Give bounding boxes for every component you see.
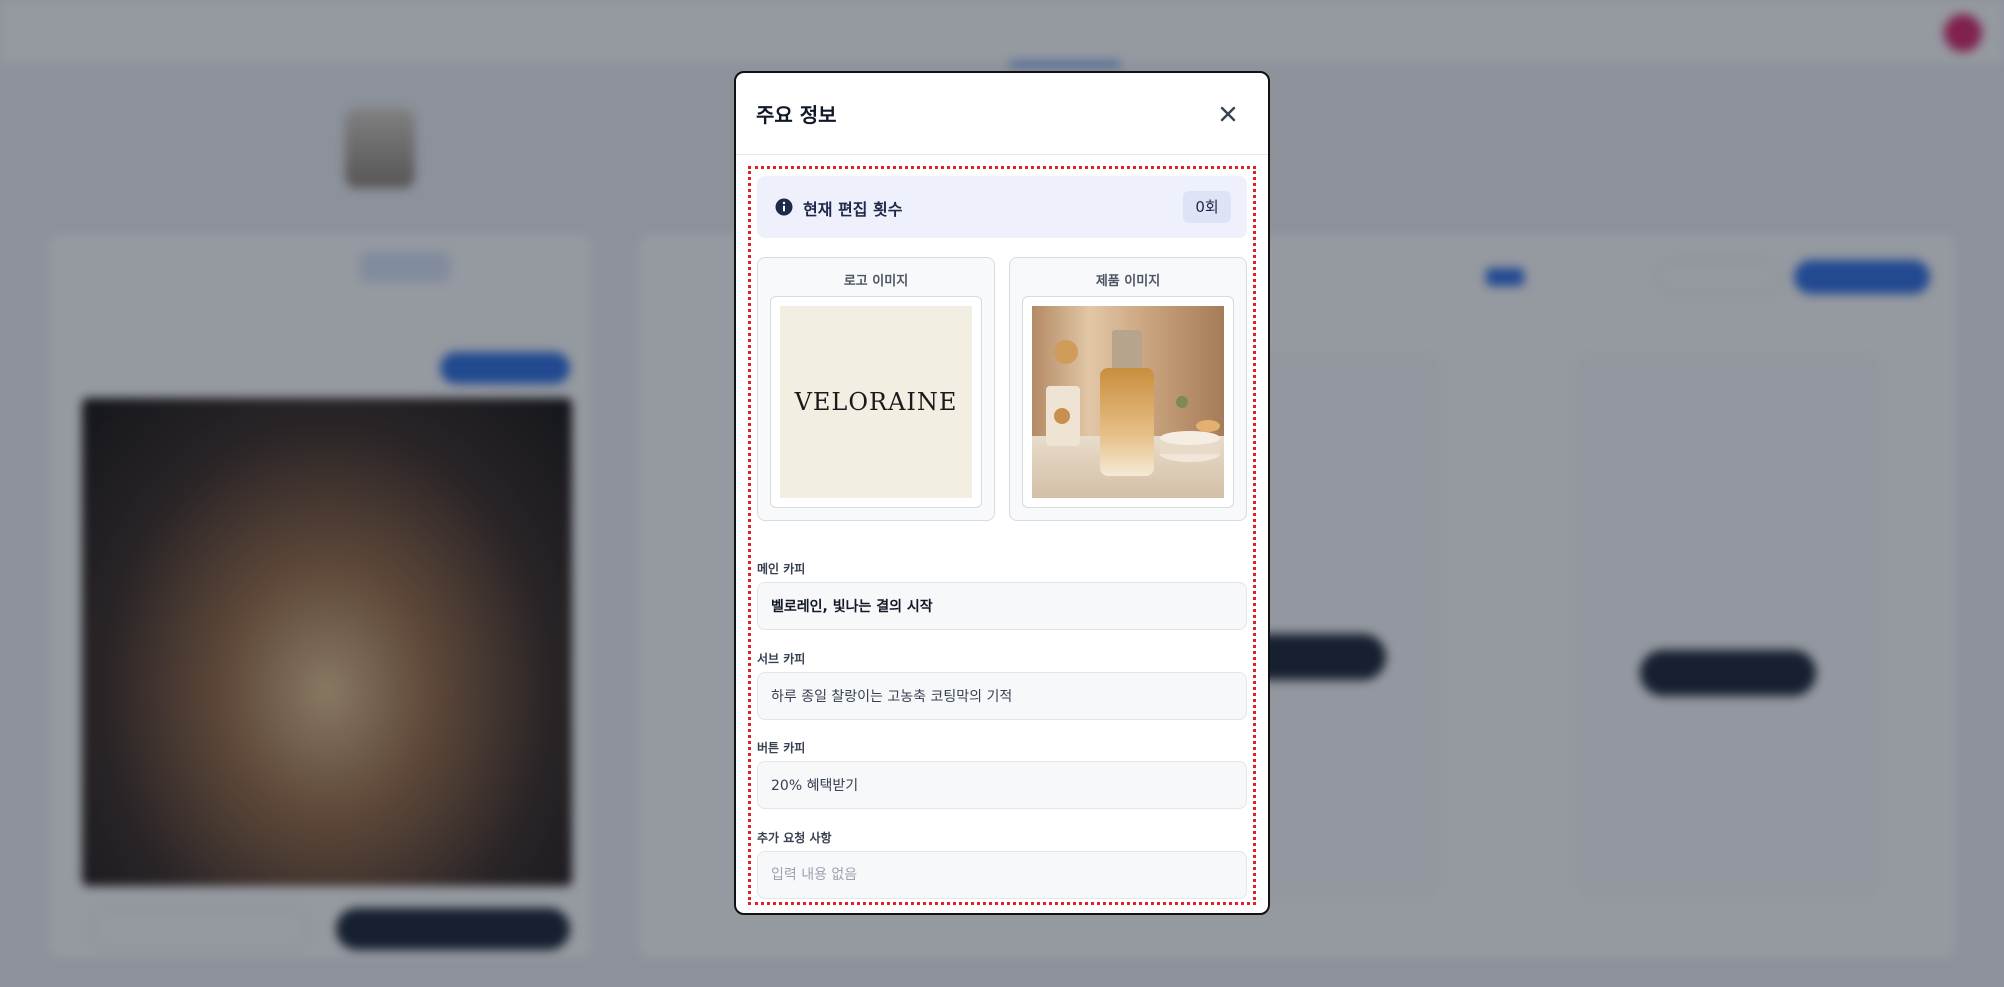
product-photo: [1032, 306, 1224, 498]
logo-image-card: 로고 이미지 VELORAINE: [757, 257, 995, 521]
product-image-card: 제품 이미지: [1009, 257, 1247, 521]
logo-wordmark: VELORAINE: [794, 388, 958, 416]
logo-image-frame[interactable]: VELORAINE: [770, 296, 982, 508]
info-circle-icon: [775, 198, 793, 216]
button-copy-input[interactable]: [757, 761, 1247, 809]
close-button[interactable]: [1212, 98, 1244, 130]
extra-request-label: 추가 요청 사항: [757, 831, 832, 845]
sub-copy-input[interactable]: [757, 672, 1247, 720]
main-copy-label: 메인 카피: [757, 562, 806, 576]
edit-count-label: 현재 편집 횟수: [803, 200, 903, 219]
product-image-frame[interactable]: [1022, 296, 1234, 508]
modal-title: 주요 정보: [756, 103, 837, 127]
button-copy-label: 버튼 카피: [757, 741, 806, 755]
logo-image: VELORAINE: [780, 306, 972, 498]
close-icon: [1220, 106, 1236, 122]
edit-count-banner: 현재 편집 횟수 0회: [757, 176, 1247, 238]
sub-copy-label: 서브 카피: [757, 652, 806, 666]
key-info-modal: 주요 정보 현재 편집 횟수 0회 로고 이미지 VELORAINE 제품 이미…: [734, 71, 1270, 915]
product-image: [1032, 306, 1224, 498]
logo-image-label: 로고 이미지: [843, 274, 909, 289]
edit-count-badge: 0회: [1183, 191, 1231, 223]
extra-request-input[interactable]: [757, 851, 1247, 899]
modal-header: 주요 정보: [736, 73, 1268, 155]
modal-body-highlight: 현재 편집 횟수 0회 로고 이미지 VELORAINE 제품 이미지 메인 카…: [748, 166, 1256, 905]
product-image-label: 제품 이미지: [1095, 274, 1161, 289]
main-copy-input[interactable]: [757, 582, 1247, 630]
